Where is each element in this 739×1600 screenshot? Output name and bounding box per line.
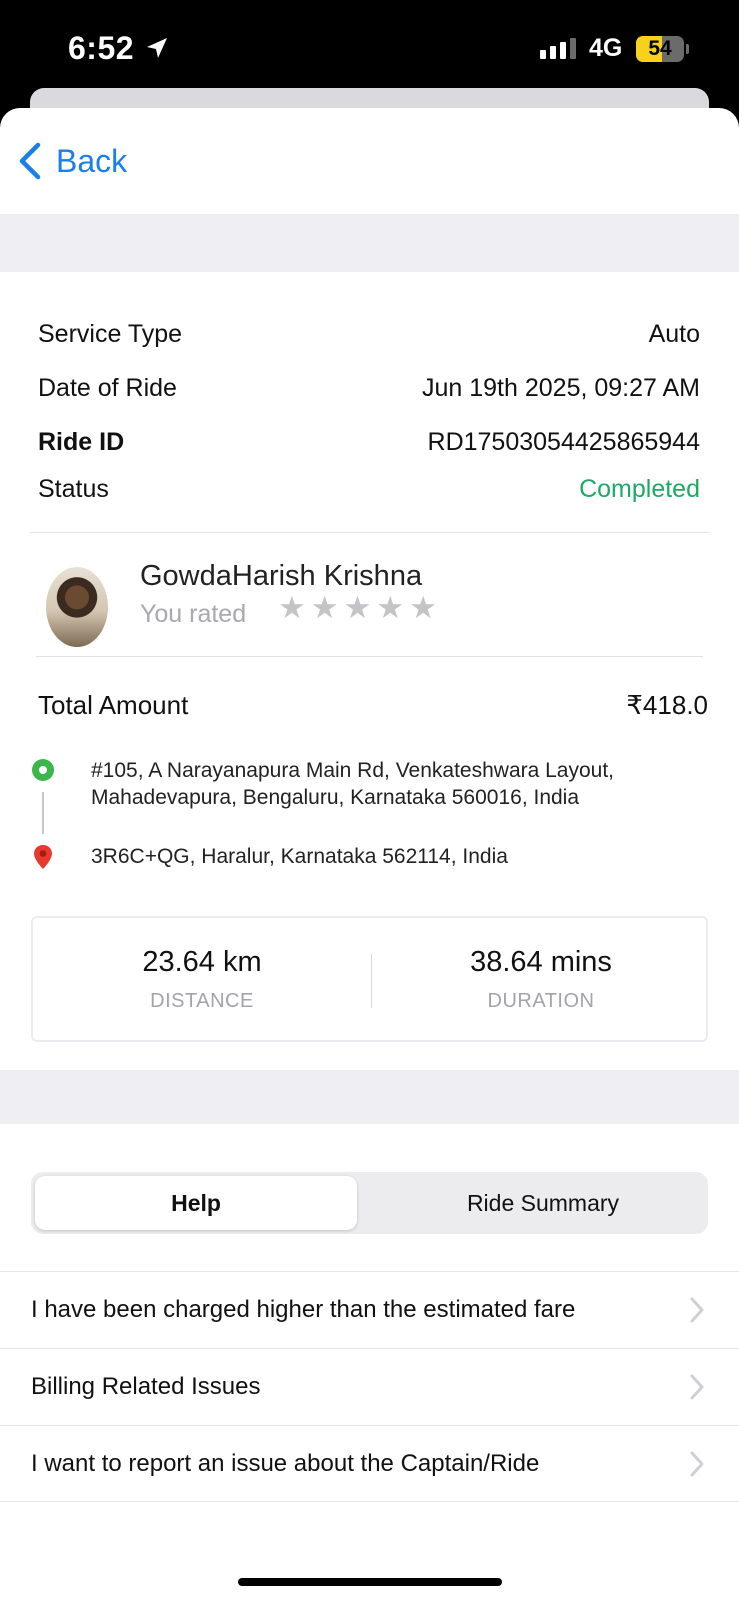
date-label: Date of Ride [38,374,177,402]
service-type-label: Service Type [38,320,183,348]
driver-name: GowdaHarish Krishna [140,560,423,592]
trip-stats-card: 23.64 km DISTANCE 38.64 mins DURATION [31,916,708,1042]
home-indicator [238,1578,502,1586]
rated-label: You rated [140,600,247,628]
chevron-right-icon [690,1374,704,1405]
chevron-right-icon [690,1297,704,1328]
location-arrow-icon [145,36,169,65]
help-item-billing[interactable]: Billing Related Issues [0,1348,739,1425]
status-badge: Completed [579,475,700,503]
duration-value: 38.64 mins [470,946,612,978]
service-type-row: Service Type Auto [38,320,700,349]
pickup-address: #105, A Narayanapura Main Rd, Venkateshw… [91,759,615,809]
route-connector [42,792,44,834]
distance-value: 23.64 km [142,946,262,978]
distance-stat: 23.64 km DISTANCE [33,918,371,1040]
section-separator [0,214,739,272]
back-label: Back [56,142,128,179]
help-item-report-captain[interactable]: I want to report an issue about the Capt… [0,1425,739,1502]
ride-id-row: Ride ID RD17503054425865944 [38,428,700,457]
help-item-label: I want to report an issue about the Capt… [31,1450,540,1477]
status-label: Status [38,475,109,503]
battery-icon: 54 [636,36,684,62]
duration-stat: 38.64 mins DURATION [372,918,710,1040]
status-row: Status Completed [38,475,700,504]
segmented-control: Help Ride Summary [31,1172,708,1234]
help-item-label: Billing Related Issues [31,1373,261,1400]
total-amount-label: Total Amount [38,690,189,720]
drop-pin-icon [33,844,53,875]
chevron-right-icon [690,1451,704,1482]
divider [36,656,703,657]
service-type-value: Auto [648,320,700,348]
date-value: Jun 19th 2025, 09:27 AM [422,374,700,402]
nav-bar: Back [0,108,739,214]
ride-id-label: Ride ID [38,428,125,456]
network-type: 4G [589,34,623,62]
back-button[interactable]: Back [18,142,127,180]
duration-label: DURATION [487,990,595,1012]
battery-nub [686,44,689,54]
status-bar: 6:52 4G 54 [0,0,739,100]
help-item-label: I have been charged higher than the esti… [31,1296,576,1323]
avatar [46,567,108,647]
total-amount-row: Total Amount ₹418.0 [38,690,708,721]
distance-label: DISTANCE [150,990,254,1012]
status-time: 6:52 [68,30,135,66]
rating-stars[interactable]: ★ ★ ★ ★ ★ [278,592,437,623]
tab-ride-summary[interactable]: Ride Summary [382,1176,704,1230]
pickup-pin-icon [32,759,54,781]
tab-help[interactable]: Help [35,1176,357,1230]
total-amount-value: ₹418.0 [626,690,708,720]
date-row: Date of Ride Jun 19th 2025, 09:27 AM [38,374,700,403]
battery-percent: 54 [648,37,672,60]
divider [30,532,709,533]
star-icon[interactable]: ★ [409,592,437,623]
chevron-left-icon [19,142,41,180]
star-icon[interactable]: ★ [376,592,404,623]
star-icon[interactable]: ★ [344,592,372,623]
ride-details-sheet: Back Service Type Auto Date of Ride Jun … [0,108,739,1600]
section-separator [0,1070,739,1124]
drop-address: 3R6C+QG, Haralur, Karnataka 562114, Indi… [91,845,508,868]
star-icon[interactable]: ★ [278,592,306,623]
cellular-signal-icon [540,38,576,59]
help-item-higher-fare[interactable]: I have been charged higher than the esti… [0,1271,739,1348]
star-icon[interactable]: ★ [311,592,339,623]
ride-id-value: RD17503054425865944 [427,428,700,456]
